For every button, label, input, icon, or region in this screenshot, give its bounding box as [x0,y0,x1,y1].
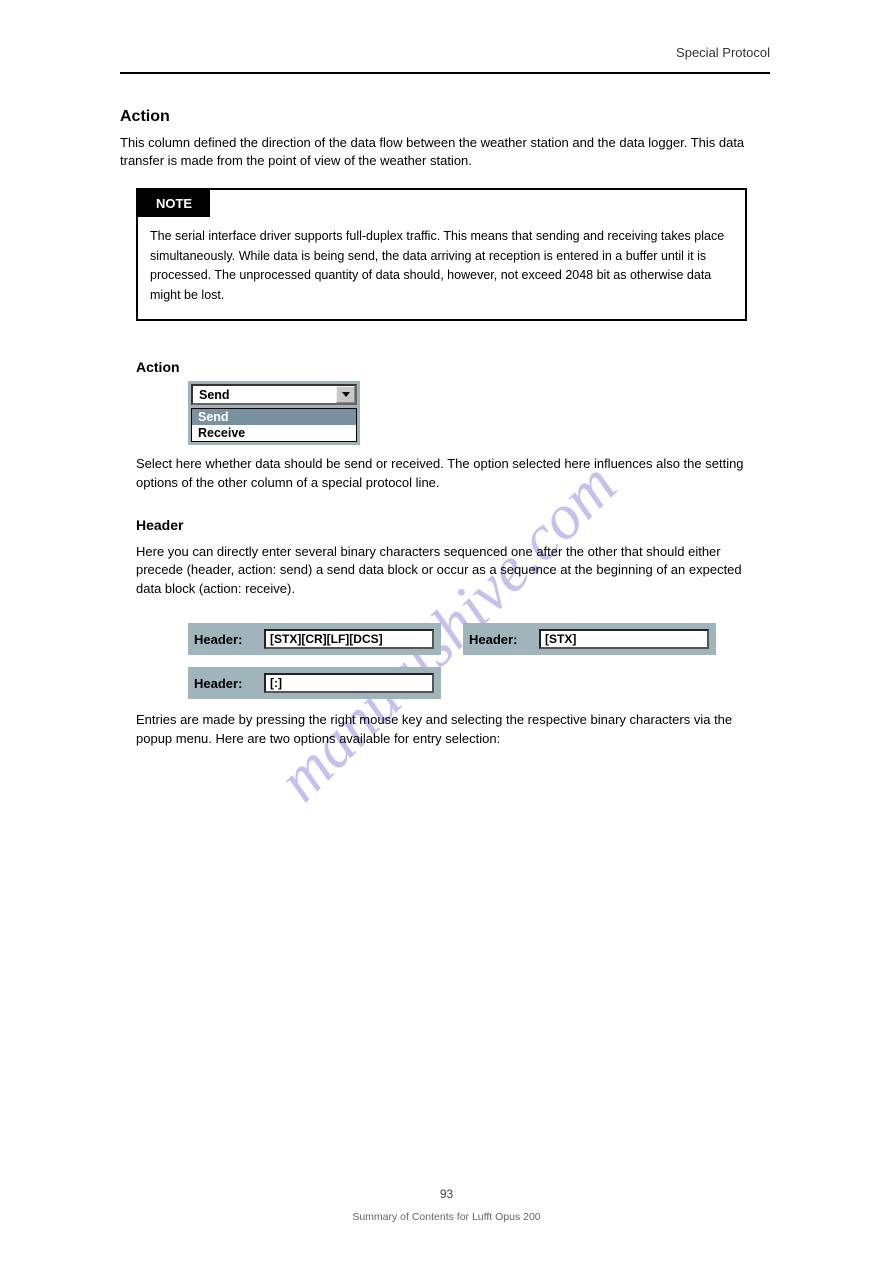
header-input-2[interactable]: [STX] [539,629,709,649]
chevron-down-icon [342,392,350,397]
note-label: NOTE [138,190,210,217]
header-widget-label: Header: [469,632,539,647]
action-option-receive[interactable]: Receive [192,425,356,441]
header-widget-label: Header: [194,676,264,691]
dropdown-button[interactable] [336,386,355,403]
action-select-value: Send [193,386,336,403]
note-body: The serial interface driver supports ful… [138,217,745,319]
intro-paragraph: This column defined the direction of the… [120,134,770,170]
header-example-2: Header: [STX] [463,623,716,655]
header-para-1: Here you can directly enter several bina… [136,543,770,600]
header-para-2: Entries are made by pressing the right m… [136,711,770,749]
action-option-send[interactable]: Send [192,409,356,425]
header-example-1: Header: [STX][CR][LF][DCS] [188,623,441,655]
header-rule [120,72,770,74]
header-input-3[interactable]: [:] [264,673,434,693]
action-field-label: Action [136,359,770,375]
page-footer-line: Summary of Contents for Lufft Opus 200 [0,1211,893,1223]
page-content: Special Protocol Action This column defi… [120,45,770,773]
header-widget-label: Header: [194,632,264,647]
action-dropdown[interactable]: Send Send Receive [188,381,360,445]
header-field-label: Header [136,517,770,533]
header-input-1[interactable]: [STX][CR][LF][DCS] [264,629,434,649]
page-header-category: Special Protocol [120,45,770,60]
section-title-action: Action [120,108,770,126]
note-callout: NOTE The serial interface driver support… [136,188,747,321]
page-number: 93 [0,1187,893,1201]
action-description: Select here whether data should be send … [136,455,770,493]
action-select-closed[interactable]: Send [191,384,357,405]
header-example-3: Header: [:] [188,667,441,699]
action-select-list[interactable]: Send Receive [191,408,357,442]
